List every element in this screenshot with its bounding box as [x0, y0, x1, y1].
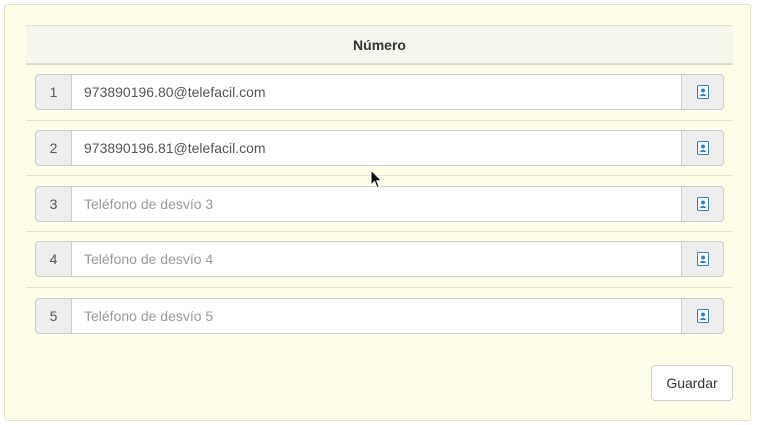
- forward-number-input-2[interactable]: [71, 130, 682, 167]
- contact-picker-button-5[interactable]: [682, 297, 724, 334]
- forward-number-group-5: 5: [35, 297, 724, 334]
- table-row: 4: [26, 232, 733, 288]
- contact-card-icon: [696, 252, 709, 267]
- forward-number-input-1[interactable]: [71, 74, 682, 111]
- save-button[interactable]: Guardar: [651, 365, 733, 401]
- table-row: 1: [26, 65, 733, 121]
- contact-card-icon: [696, 141, 709, 156]
- contact-picker-button-3[interactable]: [682, 185, 724, 222]
- contact-card-icon: [696, 196, 709, 211]
- contact-card-icon: [696, 308, 709, 323]
- row-index-1: 1: [35, 74, 71, 111]
- forward-number-group-3: 3: [35, 185, 724, 222]
- forward-number-group-4: 4: [35, 241, 724, 278]
- forwarding-panel: Número 1 2: [4, 4, 751, 421]
- forward-number-input-3[interactable]: [71, 185, 682, 222]
- row-index-2: 2: [35, 130, 71, 167]
- contact-picker-button-4[interactable]: [682, 241, 724, 278]
- table-row: 5: [26, 288, 733, 344]
- forward-number-group-1: 1: [35, 74, 724, 111]
- forward-number-input-5[interactable]: [71, 297, 682, 334]
- table-row: 2: [26, 121, 733, 177]
- forward-number-input-4[interactable]: [71, 241, 682, 278]
- column-header-number: Número: [26, 25, 733, 65]
- contact-picker-button-2[interactable]: [682, 130, 724, 167]
- row-index-5: 5: [35, 297, 71, 334]
- table-row: 3: [26, 176, 733, 233]
- contact-picker-button-1[interactable]: [682, 74, 724, 111]
- forwarding-table: Número 1 2: [26, 25, 733, 343]
- contact-card-icon: [696, 85, 709, 100]
- row-index-3: 3: [35, 185, 71, 222]
- row-index-4: 4: [35, 241, 71, 278]
- forward-number-group-2: 2: [35, 130, 724, 167]
